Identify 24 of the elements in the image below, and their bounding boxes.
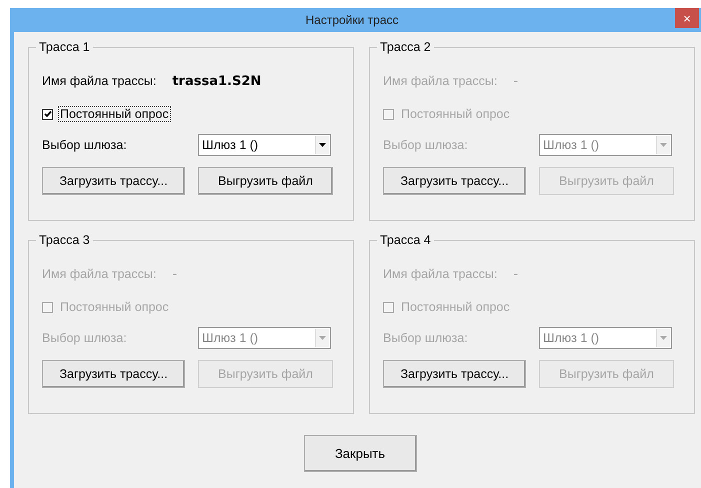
file-name-value: -: [172, 266, 178, 282]
file-name-label: Имя файла трассы:: [42, 267, 156, 281]
group-title: Трасса 4: [377, 233, 434, 247]
window-title: Настройки трасс: [305, 13, 399, 27]
close-dialog-button[interactable]: Закрыть: [304, 435, 416, 472]
group-title: Трасса 3: [36, 233, 93, 247]
load-track-button[interactable]: Загрузить трассу...: [42, 167, 185, 195]
gateway-label: Выбор шлюза:: [42, 138, 128, 152]
gateway-label: Выбор шлюза:: [42, 331, 128, 345]
file-name-value: -: [513, 74, 518, 88]
gateway-label: Выбор шлюза:: [383, 138, 469, 152]
file-name-label: Имя файла трассы:: [383, 74, 498, 88]
file-name-label: Имя файла трассы:: [383, 267, 498, 281]
checkbox-label[interactable]: Постоянный опрос: [58, 106, 171, 122]
group-title: Трасса 1: [36, 40, 93, 54]
file-name-label: Имя файла трассы:: [42, 74, 156, 88]
checkbox[interactable]: [42, 108, 53, 120]
group-title: Трасса 2: [377, 40, 434, 54]
gateway-dropdown[interactable]: Шлюз 1 (): [198, 134, 331, 156]
export-file-button[interactable]: Выгрузить файл: [198, 167, 333, 195]
file-name-value: trassa1.S2N: [172, 74, 262, 88]
file-name-value: -: [513, 266, 518, 282]
gateway-label: Выбор шлюза:: [383, 331, 469, 345]
close-button[interactable]: ×: [675, 8, 699, 28]
